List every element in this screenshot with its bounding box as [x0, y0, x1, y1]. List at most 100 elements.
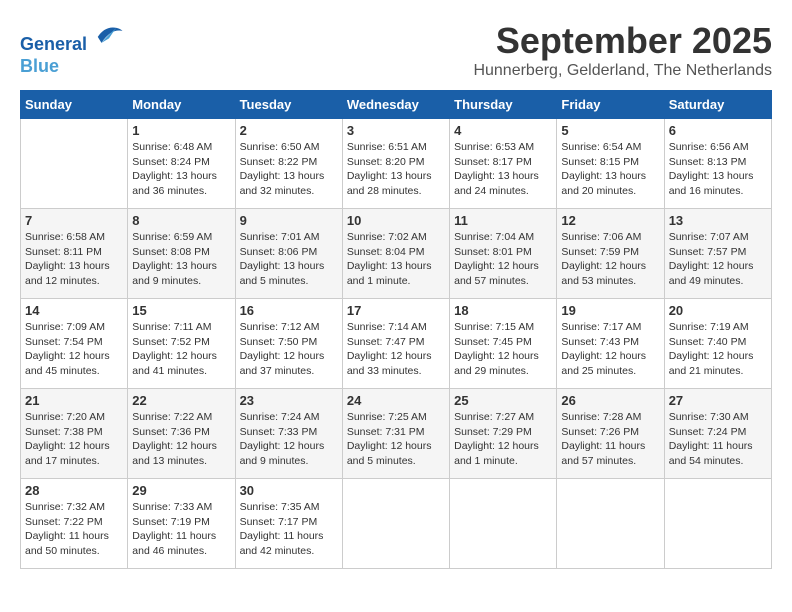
day-info: Sunrise: 7:20 AM Sunset: 7:38 PM Dayligh…	[25, 410, 123, 469]
calendar-week-row: 14 Sunrise: 7:09 AM Sunset: 7:54 PM Dayli…	[21, 299, 772, 389]
day-info: Sunrise: 7:19 AM Sunset: 7:40 PM Dayligh…	[669, 320, 767, 379]
day-number: 14	[25, 303, 123, 318]
calendar-week-row: 21 Sunrise: 7:20 AM Sunset: 7:38 PM Dayli…	[21, 389, 772, 479]
calendar-cell	[557, 479, 664, 569]
day-number: 15	[132, 303, 230, 318]
calendar-cell: 6Sunrise: 6:56 AM Sunset: 8:13 PM Daylig…	[664, 119, 771, 209]
calendar-cell: 14 Sunrise: 7:09 AM Sunset: 7:54 PM Dayli…	[21, 299, 128, 389]
day-info: Sunrise: 7:01 AM Sunset: 8:06 PM Dayligh…	[240, 230, 338, 289]
day-info: Sunrise: 6:53 AM Sunset: 8:17 PM Dayligh…	[454, 140, 552, 199]
calendar-cell: 21 Sunrise: 7:20 AM Sunset: 7:38 PM Dayli…	[21, 389, 128, 479]
day-info: Sunrise: 7:27 AM Sunset: 7:29 PM Dayligh…	[454, 410, 552, 469]
day-info: Sunrise: 6:54 AM Sunset: 8:15 PM Dayligh…	[561, 140, 659, 199]
calendar-cell: 22 Sunrise: 7:22 AM Sunset: 7:36 PM Dayli…	[128, 389, 235, 479]
day-info: Sunrise: 7:33 AM Sunset: 7:19 PM Dayligh…	[132, 500, 230, 559]
calendar-cell: 13 Sunrise: 7:07 AM Sunset: 7:57 PM Dayli…	[664, 209, 771, 299]
calendar-cell: 11Sunrise: 7:04 AM Sunset: 8:01 PM Dayli…	[450, 209, 557, 299]
calendar-cell	[342, 479, 449, 569]
day-info: Sunrise: 7:35 AM Sunset: 7:17 PM Dayligh…	[240, 500, 338, 559]
day-number: 3	[347, 123, 445, 138]
day-info: Sunrise: 6:59 AM Sunset: 8:08 PM Dayligh…	[132, 230, 230, 289]
calendar-cell: 5Sunrise: 6:54 AM Sunset: 8:15 PM Daylig…	[557, 119, 664, 209]
calendar-cell: 9 Sunrise: 7:01 AM Sunset: 8:06 PM Daylig…	[235, 209, 342, 299]
day-info: Sunrise: 6:48 AM Sunset: 8:24 PM Dayligh…	[132, 140, 230, 199]
day-number: 19	[561, 303, 659, 318]
day-info: Sunrise: 7:22 AM Sunset: 7:36 PM Dayligh…	[132, 410, 230, 469]
calendar-cell: 8 Sunrise: 6:59 AM Sunset: 8:08 PM Daylig…	[128, 209, 235, 299]
weekday-header-row: SundayMondayTuesdayWednesdayThursdayFrid…	[21, 91, 772, 119]
day-number: 7	[25, 213, 123, 228]
calendar-cell: 28 Sunrise: 7:32 AM Sunset: 7:22 PM Dayli…	[21, 479, 128, 569]
weekday-header-tuesday: Tuesday	[235, 91, 342, 119]
day-info: Sunrise: 6:56 AM Sunset: 8:13 PM Dayligh…	[669, 140, 767, 199]
calendar-cell: 25Sunrise: 7:27 AM Sunset: 7:29 PM Dayli…	[450, 389, 557, 479]
calendar-cell: 30 Sunrise: 7:35 AM Sunset: 7:17 PM Dayli…	[235, 479, 342, 569]
day-number: 9	[240, 213, 338, 228]
day-number: 24	[347, 393, 445, 408]
day-number: 26	[561, 393, 659, 408]
day-number: 11	[454, 213, 552, 228]
logo-bird-icon	[94, 20, 124, 50]
day-number: 10	[347, 213, 445, 228]
day-info: Sunrise: 7:02 AM Sunset: 8:04 PM Dayligh…	[347, 230, 445, 289]
calendar-week-row: 7 Sunrise: 6:58 AM Sunset: 8:11 PM Daylig…	[21, 209, 772, 299]
day-info: Sunrise: 6:58 AM Sunset: 8:11 PM Dayligh…	[25, 230, 123, 289]
day-info: Sunrise: 7:32 AM Sunset: 7:22 PM Dayligh…	[25, 500, 123, 559]
day-info: Sunrise: 7:09 AM Sunset: 7:54 PM Dayligh…	[25, 320, 123, 379]
logo-blue: Blue	[20, 56, 59, 76]
day-number: 30	[240, 483, 338, 498]
calendar-cell: 16 Sunrise: 7:12 AM Sunset: 7:50 PM Dayli…	[235, 299, 342, 389]
day-number: 8	[132, 213, 230, 228]
day-info: Sunrise: 7:28 AM Sunset: 7:26 PM Dayligh…	[561, 410, 659, 469]
day-number: 28	[25, 483, 123, 498]
day-info: Sunrise: 7:30 AM Sunset: 7:24 PM Dayligh…	[669, 410, 767, 469]
day-number: 20	[669, 303, 767, 318]
calendar-cell	[664, 479, 771, 569]
day-number: 22	[132, 393, 230, 408]
calendar-cell: 20 Sunrise: 7:19 AM Sunset: 7:40 PM Dayli…	[664, 299, 771, 389]
day-number: 13	[669, 213, 767, 228]
day-info: Sunrise: 7:12 AM Sunset: 7:50 PM Dayligh…	[240, 320, 338, 379]
weekday-header-saturday: Saturday	[664, 91, 771, 119]
calendar-cell: 2 Sunrise: 6:50 AM Sunset: 8:22 PM Daylig…	[235, 119, 342, 209]
calendar-cell: 26 Sunrise: 7:28 AM Sunset: 7:26 PM Dayli…	[557, 389, 664, 479]
day-info: Sunrise: 7:25 AM Sunset: 7:31 PM Dayligh…	[347, 410, 445, 469]
day-info: Sunrise: 6:50 AM Sunset: 8:22 PM Dayligh…	[240, 140, 338, 199]
day-number: 29	[132, 483, 230, 498]
calendar-cell: 23 Sunrise: 7:24 AM Sunset: 7:33 PM Dayli…	[235, 389, 342, 479]
day-info: Sunrise: 7:07 AM Sunset: 7:57 PM Dayligh…	[669, 230, 767, 289]
calendar-cell: 17 Sunrise: 7:14 AM Sunset: 7:47 PM Dayli…	[342, 299, 449, 389]
logo: General Blue	[20, 20, 124, 77]
location: Hunnerberg, Gelderland, The Netherlands	[473, 62, 772, 80]
day-info: Sunrise: 7:17 AM Sunset: 7:43 PM Dayligh…	[561, 320, 659, 379]
calendar-cell: 24 Sunrise: 7:25 AM Sunset: 7:31 PM Dayli…	[342, 389, 449, 479]
day-info: Sunrise: 7:14 AM Sunset: 7:47 PM Dayligh…	[347, 320, 445, 379]
day-info: Sunrise: 6:51 AM Sunset: 8:20 PM Dayligh…	[347, 140, 445, 199]
day-info: Sunrise: 7:24 AM Sunset: 7:33 PM Dayligh…	[240, 410, 338, 469]
calendar-cell	[450, 479, 557, 569]
calendar-week-row: 1 Sunrise: 6:48 AM Sunset: 8:24 PM Daylig…	[21, 119, 772, 209]
calendar-cell: 19 Sunrise: 7:17 AM Sunset: 7:43 PM Dayli…	[557, 299, 664, 389]
day-number: 2	[240, 123, 338, 138]
day-number: 27	[669, 393, 767, 408]
day-info: Sunrise: 7:11 AM Sunset: 7:52 PM Dayligh…	[132, 320, 230, 379]
logo-general: General	[20, 34, 87, 54]
weekday-header-friday: Friday	[557, 91, 664, 119]
calendar-cell: 15 Sunrise: 7:11 AM Sunset: 7:52 PM Dayli…	[128, 299, 235, 389]
day-number: 23	[240, 393, 338, 408]
day-number: 12	[561, 213, 659, 228]
day-number: 16	[240, 303, 338, 318]
day-number: 4	[454, 123, 552, 138]
calendar-cell: 10 Sunrise: 7:02 AM Sunset: 8:04 PM Dayli…	[342, 209, 449, 299]
title-block: September 2025 Hunnerberg, Gelderland, T…	[473, 20, 772, 80]
day-info: Sunrise: 7:15 AM Sunset: 7:45 PM Dayligh…	[454, 320, 552, 379]
calendar-cell: 18Sunrise: 7:15 AM Sunset: 7:45 PM Dayli…	[450, 299, 557, 389]
weekday-header-thursday: Thursday	[450, 91, 557, 119]
day-number: 17	[347, 303, 445, 318]
calendar-cell: 1 Sunrise: 6:48 AM Sunset: 8:24 PM Daylig…	[128, 119, 235, 209]
calendar-week-row: 28 Sunrise: 7:32 AM Sunset: 7:22 PM Dayli…	[21, 479, 772, 569]
day-number: 21	[25, 393, 123, 408]
day-number: 1	[132, 123, 230, 138]
calendar-cell: 7 Sunrise: 6:58 AM Sunset: 8:11 PM Daylig…	[21, 209, 128, 299]
calendar-cell: 4 Sunrise: 6:53 AM Sunset: 8:17 PM Daylig…	[450, 119, 557, 209]
